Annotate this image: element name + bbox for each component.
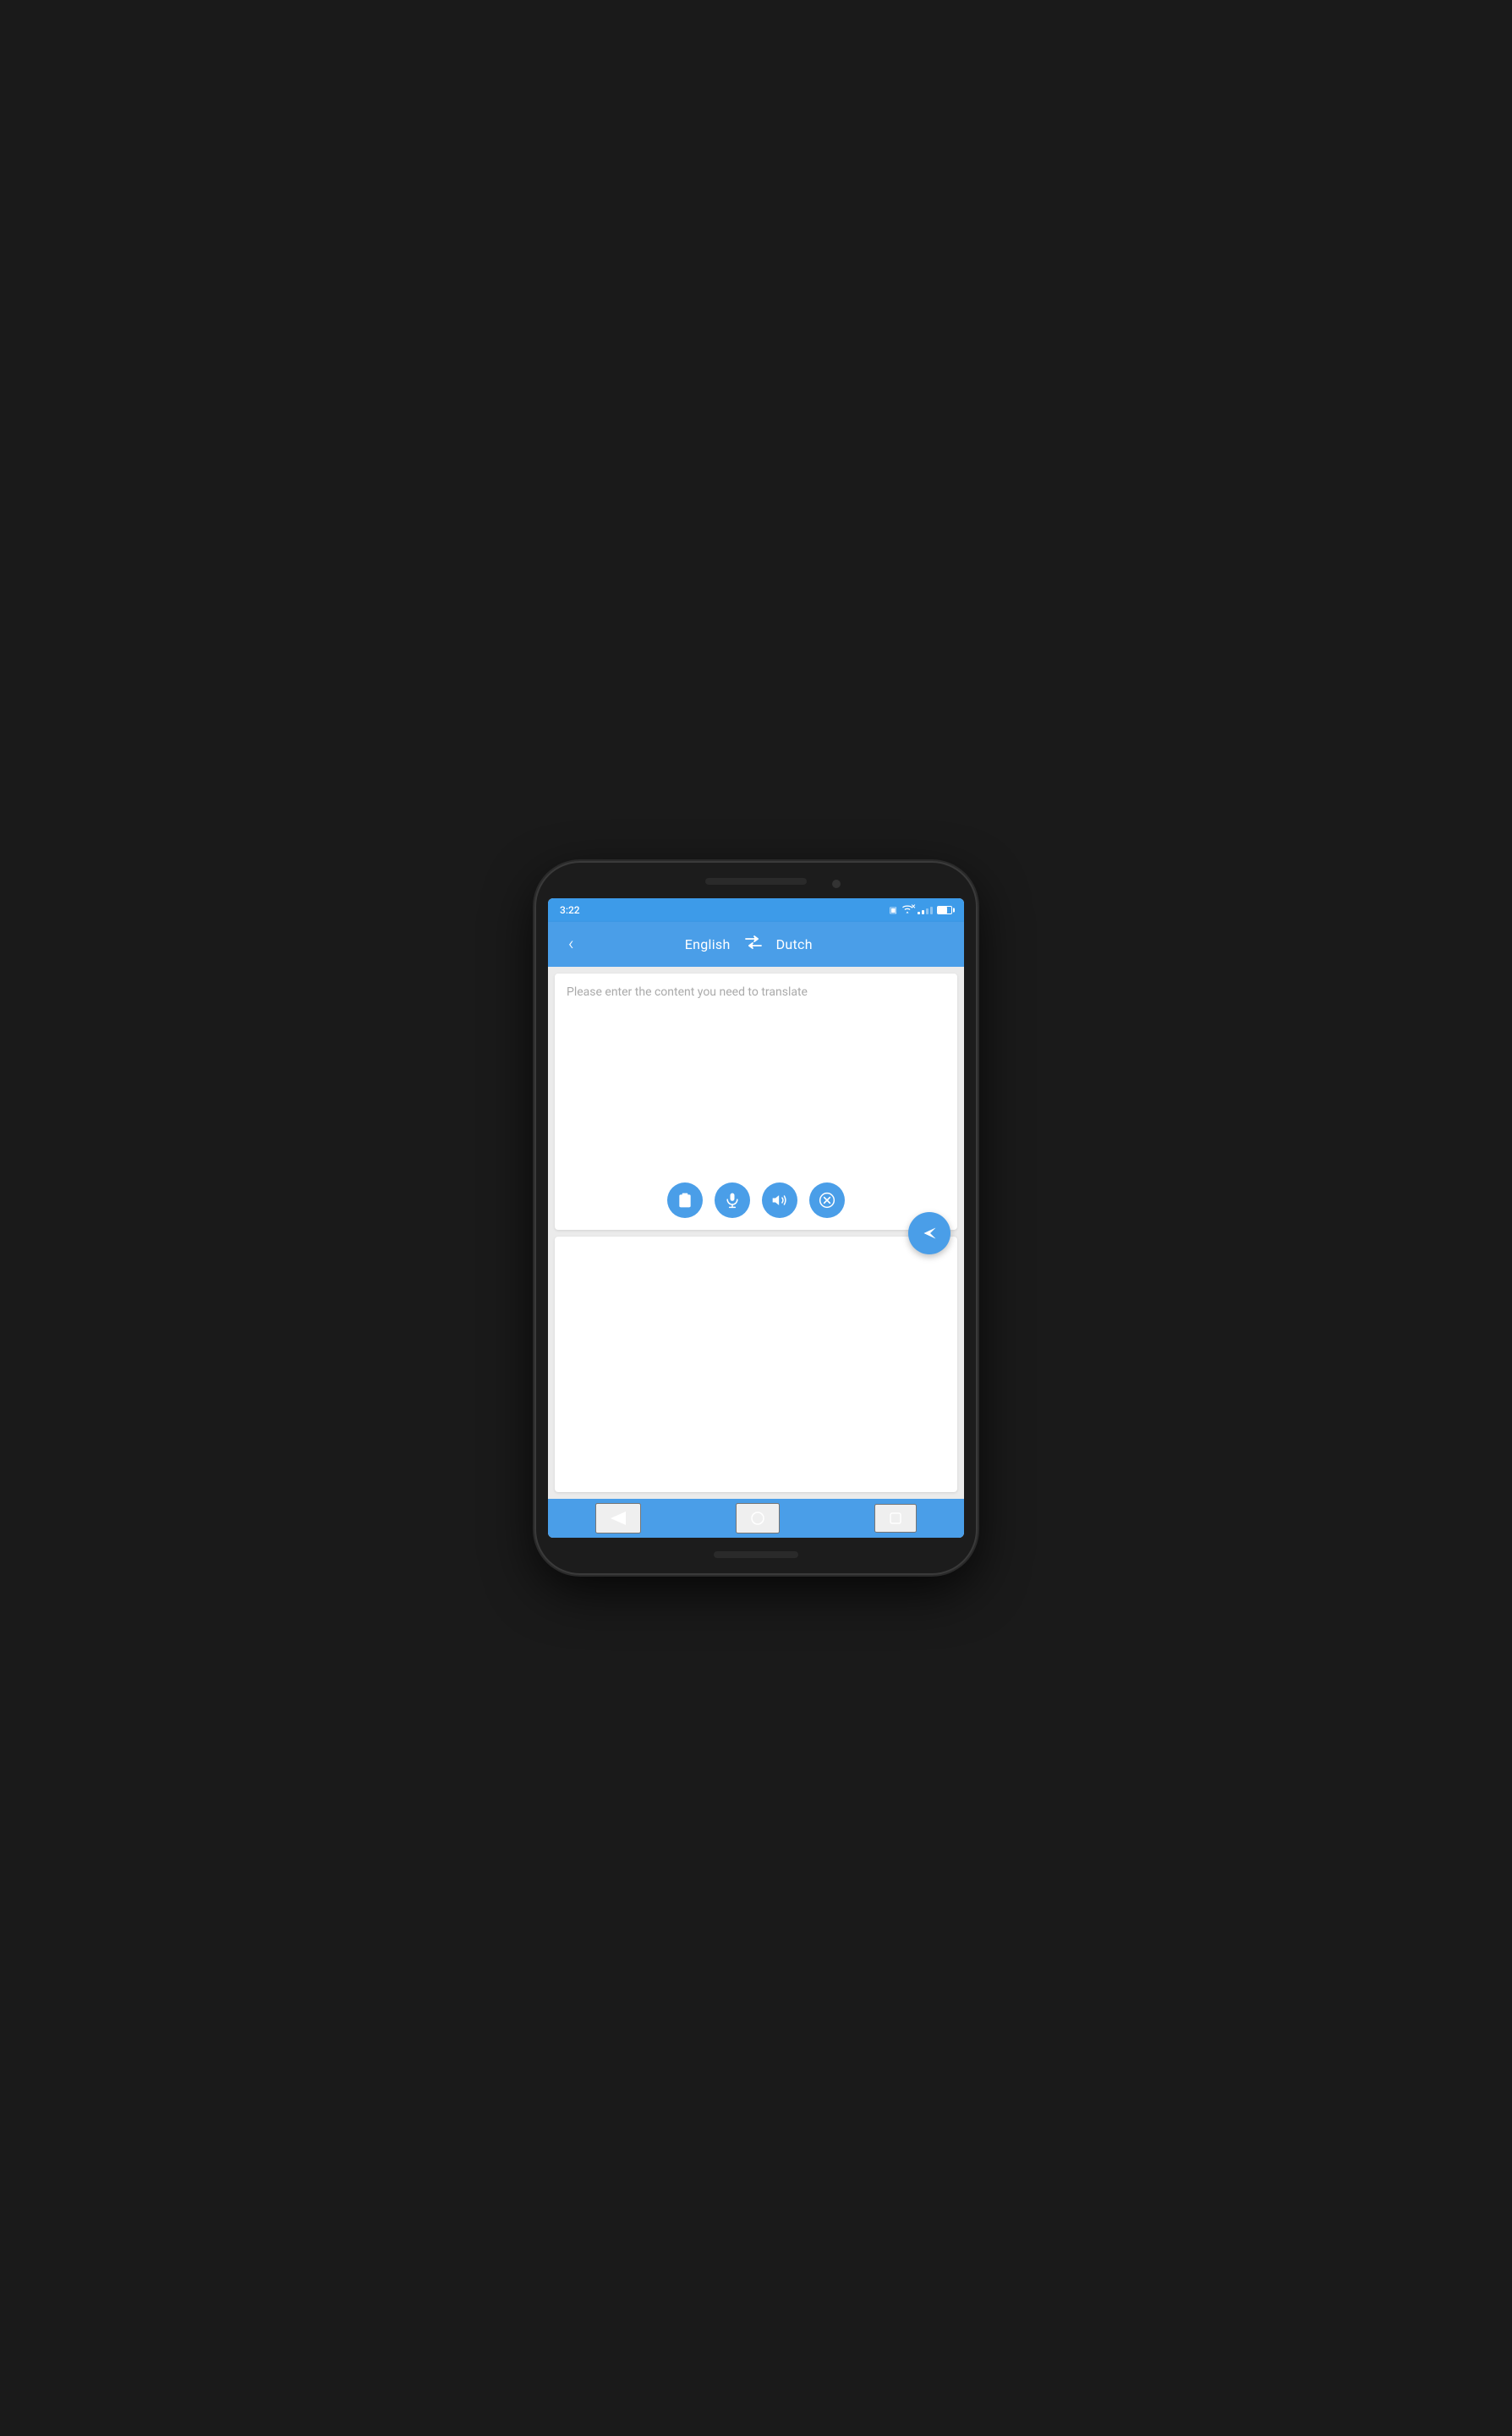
translation-output[interactable] [555, 1237, 726, 1284]
source-language[interactable]: English [685, 936, 731, 952]
lang-row: English Dutch [581, 935, 917, 954]
wifi-icon: ✕ [901, 904, 913, 916]
send-button[interactable] [908, 1212, 950, 1254]
clear-button[interactable] [809, 1182, 845, 1218]
swap-languages-button[interactable] [744, 935, 763, 954]
screen: 3:22 ▣ ✕ [548, 898, 964, 1538]
app-header: ‹ English Dutch [548, 922, 964, 967]
signal-bars [918, 906, 933, 914]
microphone-icon [724, 1192, 741, 1209]
status-time: 3:22 [560, 904, 580, 916]
clear-icon [819, 1192, 835, 1209]
speaker-button[interactable] [762, 1182, 797, 1218]
input-actions [555, 1174, 957, 1230]
back-button[interactable]: ‹ [562, 930, 581, 958]
status-bar: 3:22 ▣ ✕ [548, 898, 964, 922]
bottom-nav [548, 1499, 964, 1538]
output-panel [555, 1237, 957, 1493]
nav-home-button[interactable] [736, 1503, 780, 1533]
nav-back-icon [611, 1512, 626, 1525]
main-content [548, 967, 964, 1499]
microphone-button[interactable] [715, 1182, 750, 1218]
clipboard-button[interactable] [667, 1182, 703, 1218]
target-language[interactable]: Dutch [776, 936, 813, 952]
input-panel [555, 974, 957, 1230]
phone-frame: 3:22 ▣ ✕ [536, 863, 976, 1573]
battery-icon [937, 906, 952, 914]
sim-icon: ▣ [890, 906, 897, 915]
camera-dot [832, 880, 841, 888]
nav-back-button[interactable] [595, 1503, 641, 1533]
status-icons: ▣ ✕ [890, 904, 952, 916]
speaker-icon [771, 1192, 788, 1209]
nav-home-icon [751, 1512, 764, 1525]
clipboard-icon [677, 1192, 693, 1209]
send-icon [920, 1224, 939, 1243]
translate-input[interactable] [555, 974, 957, 1174]
nav-recents-icon [890, 1512, 901, 1524]
nav-recents-button[interactable] [874, 1504, 917, 1533]
